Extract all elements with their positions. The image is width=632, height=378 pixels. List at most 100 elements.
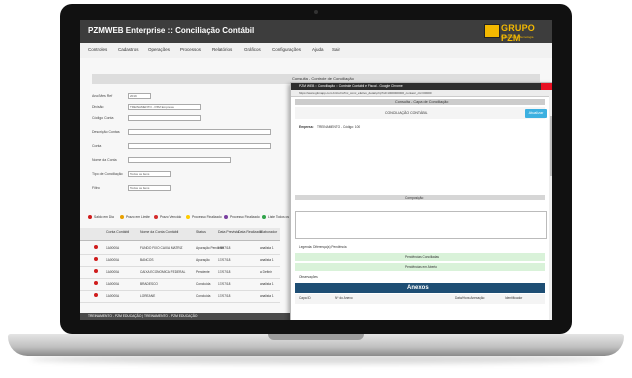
col-elaborador: Elaborador — [260, 230, 278, 234]
divisao-select[interactable]: TREINAMENTO - PZM Empresa — [128, 104, 201, 110]
legend-label: Legenda: Diferença(s) Pendência — [299, 245, 347, 249]
field-label-conta: Conta — [92, 144, 102, 148]
legend-item: Processo Finalizado — [230, 215, 260, 219]
status-dot-red — [94, 281, 98, 285]
main-menu: Controles Cadastros Operações Processos … — [80, 43, 552, 59]
pending-open-label: Pendências em Aberto — [405, 265, 438, 269]
status-dot-red — [94, 293, 98, 297]
legend-item: Saldo em Dia — [94, 215, 114, 219]
brand-name: GRUPO PZM — [501, 23, 536, 43]
status-legend: Saldo em Dia Prazo em Limite Prazo Venci… — [88, 214, 308, 222]
status-dot-green — [262, 215, 266, 219]
popup-scrollbar[interactable] — [549, 96, 552, 320]
cell-code: 1A0000A — [106, 270, 120, 274]
col-conta: Conta Contábil — [106, 230, 130, 234]
field-label-nome: Nome da Conta — [92, 158, 117, 162]
cell-prev: 17/07/18 — [218, 294, 231, 298]
col-realizada: Data Realizada — [238, 230, 262, 234]
status-dot-yellow — [186, 215, 190, 219]
menu-configuracoes[interactable]: Configurações — [272, 47, 301, 52]
cell-code: 1A0000A — [106, 294, 120, 298]
annex-col: Capa ID — [299, 296, 311, 300]
empresa-label: Empresa: — [299, 125, 314, 129]
codigo-conta-input[interactable] — [128, 115, 201, 121]
cell-user: analista 1 — [260, 246, 274, 250]
cell-prev: 17/07/18 — [218, 282, 231, 286]
cell-status: Concluída — [196, 294, 211, 298]
screen: PZMWEB Enterprise :: Conciliação Contábi… — [80, 20, 552, 320]
cell-user: analista 1 — [260, 294, 274, 298]
field-label-descricao: Descrição Contas — [92, 130, 120, 134]
status-dot-red — [94, 245, 98, 249]
descricao-input[interactable] — [128, 129, 271, 135]
filtro-select[interactable]: Todos os Itens — [128, 185, 171, 191]
popup-subheader: CONCILIAÇÃO CONTÁBIL — [295, 107, 545, 119]
brand-logo: GRUPO PZM Soluções em Tecnologia — [484, 22, 546, 43]
close-icon[interactable] — [541, 83, 552, 90]
annex-columns: Capa ID Nº do Anexo Data/Hora Anexação I… — [295, 294, 545, 304]
pending-reconciled: Pendências Conciliadas — [295, 253, 545, 261]
scroll-thumb[interactable] — [549, 116, 552, 176]
cell-user: analista 1 — [260, 258, 274, 262]
annex-col: Nº do Anexo — [335, 296, 353, 300]
status-dot-red — [88, 215, 92, 219]
menu-graficos[interactable]: Gráficos — [244, 47, 261, 52]
footer-text: TREINAMENTO - PZM EDUCAÇÃO | TREINAMENTO… — [88, 314, 198, 318]
menu-cadastros[interactable]: Cadastros — [118, 47, 139, 52]
nome-conta-input[interactable] — [128, 157, 231, 163]
annex-col: Identificador — [505, 296, 523, 300]
menu-relatorios[interactable]: Relatórios — [212, 47, 232, 52]
legend-item: Processo Finalizado — [192, 215, 222, 219]
status-dot-red — [154, 215, 158, 219]
legend-item: Prazo Vencido — [160, 215, 182, 219]
status-dot-orange — [120, 215, 124, 219]
cell-status: Apuração — [196, 258, 210, 262]
cell-prev: 17/07/18 — [218, 270, 231, 274]
cell-user: a Definir — [260, 270, 272, 274]
cell-code: 1A0000A — [106, 258, 120, 262]
col-nome: Nome da Conta Contábil — [140, 230, 179, 234]
menu-sair[interactable]: Sair — [332, 47, 340, 52]
observations-label: Observações — [299, 275, 318, 279]
menu-ajuda[interactable]: Ajuda — [312, 47, 324, 52]
laptop-notch — [268, 334, 364, 340]
cell-name: BANCOS — [140, 258, 154, 262]
conta-select[interactable] — [128, 143, 271, 149]
table-header: Conta Contábil Nome da Conta Contábil St… — [80, 228, 280, 241]
composition-section: Composição — [295, 195, 545, 200]
cell-prev: 17/07/18 — [218, 258, 231, 262]
annex-title: Anexos — [407, 284, 429, 291]
table-row[interactable]: 1A0000A LOREANE Concluída 17/07/18 anali… — [80, 290, 280, 303]
address-bar[interactable]: https://www.gitmapp.com.br/cc/cc/fnc_con… — [291, 90, 552, 97]
status-dot-red — [94, 257, 98, 261]
cell-prev: 17/07/18 — [218, 246, 231, 250]
composition-title: Composição — [405, 195, 424, 200]
popup-subtitle: CONCILIAÇÃO CONTÁBIL — [385, 111, 428, 115]
field-label-anomes: Ano/Mes Ref — [92, 94, 113, 98]
field-label-tipo: Tipo de Conciliação — [92, 172, 123, 176]
app-header: PZMWEB Enterprise :: Conciliação Contábi… — [80, 20, 552, 43]
update-button[interactable]: Atualizar — [525, 109, 547, 118]
cell-name: FUNDO FIXO CAIXA MATRIZ — [140, 246, 183, 250]
menu-operacoes[interactable]: Operações — [148, 47, 170, 52]
cell-status: Pendente — [196, 270, 210, 274]
cell-code: 1A0000A — [106, 246, 120, 250]
url-text: https://www.gitmapp.com.br/cc/cc/fnc_con… — [299, 91, 432, 95]
legend-item: Prazo em Limite — [126, 215, 150, 219]
popup-title: PZM WEB :: Conciliação :: Controle Contá… — [299, 84, 403, 88]
tipo-select[interactable]: Todos os Itens — [128, 171, 171, 177]
popup-heading: Consulta - Capa de Conciliação — [395, 100, 449, 104]
menu-controles[interactable]: Controles — [88, 47, 107, 52]
cell-name: BRADESCO — [140, 282, 158, 286]
popup-window: PZM WEB :: Conciliação :: Controle Contá… — [290, 82, 552, 320]
anomes-input[interactable]: 2019 — [128, 93, 151, 99]
col-status: Status — [196, 230, 206, 234]
empresa-value: TREINAMENTO - Código: 100 — [317, 125, 361, 129]
field-label-filtro: Filtro — [92, 186, 100, 190]
composition-grid — [295, 211, 547, 239]
cell-name: CAIXA ECONOMICA FEDERAL — [140, 270, 186, 274]
col-prevista: Data Prevista — [218, 230, 240, 234]
app-title: PZMWEB Enterprise :: Conciliação Contábi… — [88, 26, 255, 35]
annex-header: Anexos — [295, 283, 545, 293]
menu-processos[interactable]: Processos — [180, 47, 201, 52]
